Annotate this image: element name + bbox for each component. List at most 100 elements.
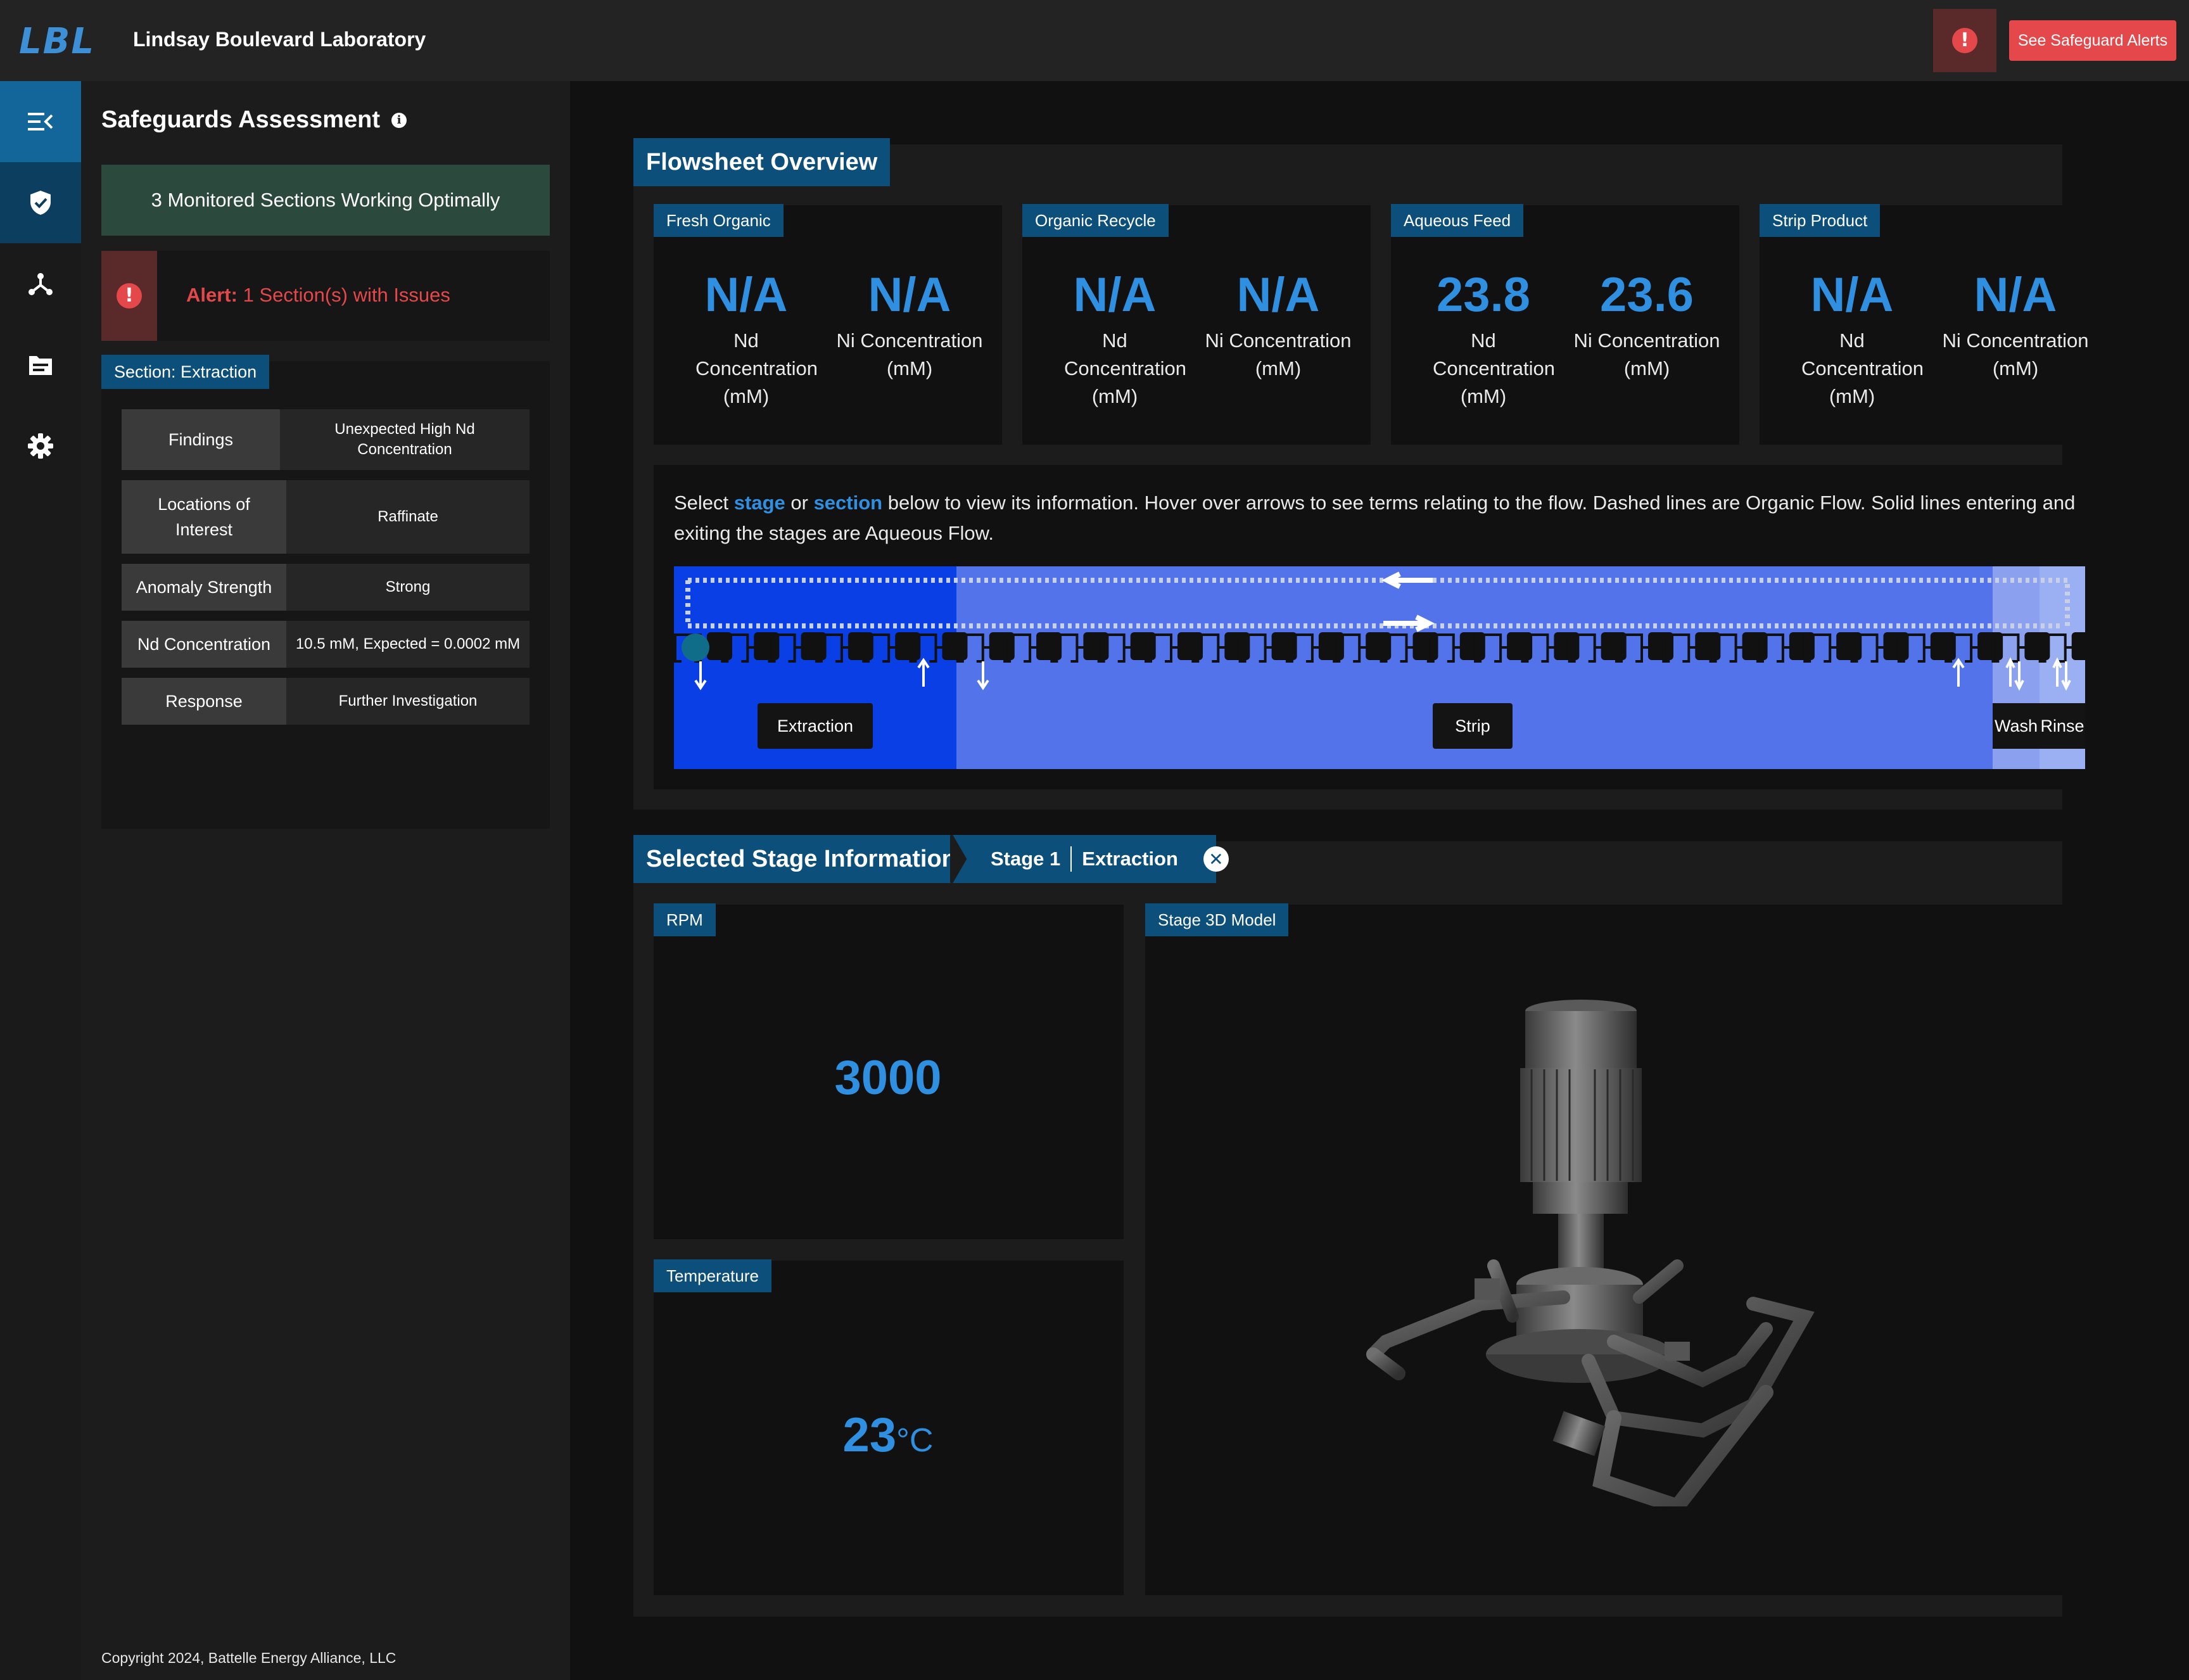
stage-node[interactable] xyxy=(1036,632,1062,660)
stage-3d-model-card[interactable]: Stage 3D Model xyxy=(1145,903,2105,1595)
nav-settings[interactable] xyxy=(0,405,81,487)
stage-node[interactable] xyxy=(801,632,827,660)
findings-value: Further Investigation xyxy=(286,678,530,725)
lbl-logo[interactable]: LBL xyxy=(19,24,114,60)
see-safeguard-alerts-button[interactable]: See Safeguard Alerts xyxy=(2009,20,2176,61)
flow-diagram[interactable]: Extraction Strip Wash Rinse xyxy=(674,566,2085,769)
stage-node[interactable] xyxy=(1648,632,1673,660)
rpm-tag: RPM xyxy=(654,903,716,936)
stage-node[interactable] xyxy=(1601,632,1627,660)
stage-node[interactable] xyxy=(1318,632,1344,660)
organic-recycle-card[interactable]: Organic Recycle N/A Nd Concentration (mM… xyxy=(1022,204,1371,445)
ni-value: N/A xyxy=(868,268,951,322)
rinse-label[interactable]: Rinse xyxy=(2040,703,2085,749)
document-icon xyxy=(29,356,52,375)
stage-info-panel: Selected Stage Information Stage 1 Extra… xyxy=(633,835,2105,1617)
findings-value: Unexpected High Nd Concentration xyxy=(280,409,530,470)
strip-product-card[interactable]: Strip Product N/A Nd Concentration (mM) … xyxy=(1760,204,2105,445)
findings-key: Anomaly Strength xyxy=(122,564,286,611)
extraction-label[interactable]: Extraction xyxy=(758,703,873,749)
menu-collapse-button[interactable] xyxy=(0,81,81,162)
findings-key: Response xyxy=(122,678,286,725)
nav-flowsheet[interactable] xyxy=(0,243,81,324)
stage-node[interactable] xyxy=(754,632,780,660)
stage-node[interactable] xyxy=(2024,632,2050,660)
flow-instructions: Select stage or section below to view it… xyxy=(674,492,2076,544)
stage-node[interactable] xyxy=(1930,632,1956,660)
ni-label: Ni Concentration (mM) xyxy=(1573,329,1720,379)
strip-label[interactable]: Strip xyxy=(1433,703,1513,749)
stage-info-title: Selected Stage Information xyxy=(633,835,972,883)
stage-node[interactable] xyxy=(707,632,732,660)
rpm-value: 3000 xyxy=(834,1051,942,1105)
stage-node[interactable] xyxy=(1977,632,2003,660)
flowsheet-panel: Flowsheet Overview Fresh Organic N/A Nd … xyxy=(633,138,2105,810)
stage-node[interactable] xyxy=(1836,632,1862,660)
stage-node[interactable] xyxy=(1507,632,1533,660)
stage-node[interactable] xyxy=(1224,632,1250,660)
wash-label[interactable]: Wash xyxy=(1993,703,2040,749)
ni-value: N/A xyxy=(1236,268,1320,322)
findings-value: 10.5 mM, Expected = 0.0002 mM xyxy=(286,621,530,668)
top-bar: LBL Lindsay Boulevard Laboratory ! See S… xyxy=(0,0,2189,81)
nav-safeguards[interactable] xyxy=(0,162,81,243)
stage-node[interactable] xyxy=(1459,632,1485,660)
findings-value: Raffinate xyxy=(286,480,530,554)
selected-stage-1[interactable] xyxy=(682,633,709,661)
stage-node[interactable] xyxy=(1695,632,1721,660)
nd-value: 23.8 xyxy=(1437,268,1530,322)
alert-banner[interactable]: ! Alert: 1 Section(s) with Issues xyxy=(101,251,550,341)
safeguards-title-text: Safeguards Assessment xyxy=(101,106,381,133)
gear-icon xyxy=(28,433,53,459)
stage-node[interactable] xyxy=(1789,632,1815,660)
stage-number: Stage 1 xyxy=(991,848,1061,870)
stage-node[interactable] xyxy=(1412,632,1438,660)
stage-node[interactable] xyxy=(847,632,873,660)
alert-bar: ! xyxy=(101,251,157,341)
stage-node[interactable] xyxy=(1554,632,1580,660)
ok-status-banner: 3 Monitored Sections Working Optimally xyxy=(101,165,550,236)
nav-reports[interactable] xyxy=(0,324,81,405)
temperature-card: Temperature 23°C xyxy=(654,1259,1124,1595)
card-tag: Aqueous Feed xyxy=(1391,204,1524,237)
fresh-organic-card[interactable]: Fresh Organic N/A Nd Concentration (mM) … xyxy=(654,204,1002,445)
stage-node[interactable] xyxy=(942,632,968,660)
nd-value: N/A xyxy=(1073,268,1157,322)
rpm-card: RPM 3000 xyxy=(654,903,1124,1239)
flow-diagram-svg xyxy=(674,566,2085,769)
section-findings-card: Section: Extraction Findings Unexpected … xyxy=(101,355,550,829)
stage-node[interactable] xyxy=(895,632,921,660)
stage-node[interactable] xyxy=(1130,632,1156,660)
ni-label: Ni Concentration (mM) xyxy=(836,329,983,379)
stage-node[interactable] xyxy=(1742,632,1768,660)
temperature-tag: Temperature xyxy=(654,1259,771,1292)
nd-value: N/A xyxy=(704,268,788,322)
nd-label: Nd Concentration (mM) xyxy=(1064,329,1187,407)
section-tag: Section: Extraction xyxy=(101,355,270,389)
card-tag: Fresh Organic xyxy=(654,204,784,237)
info-icon[interactable]: i xyxy=(391,112,407,128)
nav-rail xyxy=(0,81,81,1680)
findings-key: Nd Concentration xyxy=(122,621,286,668)
safeguards-panel: Safeguards Assessment i 3 Monitored Sect… xyxy=(81,81,570,1680)
stage-node[interactable] xyxy=(1177,632,1203,660)
stage-node[interactable] xyxy=(1083,632,1109,660)
stage-node[interactable] xyxy=(989,632,1015,660)
nd-label: Nd Concentration (mM) xyxy=(1433,329,1556,407)
contactor-model-image[interactable] xyxy=(1348,1000,1855,1506)
card-tag: Strip Product xyxy=(1760,204,1881,237)
stage-node[interactable] xyxy=(2071,632,2085,660)
close-icon[interactable]: ✕ xyxy=(1203,846,1229,872)
breadcrumb-divider xyxy=(1070,846,1072,872)
alert-indicator[interactable]: ! xyxy=(1933,9,1996,72)
stage-node[interactable] xyxy=(1883,632,1909,660)
aqueous-feed-card[interactable]: Aqueous Feed 23.8 Nd Concentration (mM) … xyxy=(1391,204,1739,445)
stage-node[interactable] xyxy=(1366,632,1392,660)
stage-node[interactable] xyxy=(1271,632,1297,660)
shield-check-icon xyxy=(30,191,51,215)
findings-row: Anomaly Strength Strong xyxy=(122,564,530,611)
exclamation-circle-icon: ! xyxy=(117,283,142,309)
ni-value: 23.6 xyxy=(1600,268,1694,322)
lab-name: Lindsay Boulevard Laboratory xyxy=(133,28,426,51)
card-tag: Organic Recycle xyxy=(1022,204,1169,237)
